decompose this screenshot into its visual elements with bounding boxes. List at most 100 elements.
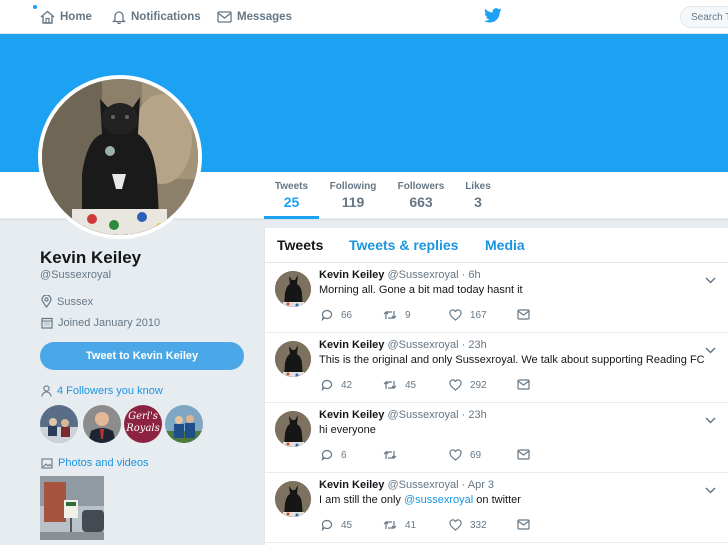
tweet-author-name[interactable]: Kevin Keiley [319,479,384,491]
tweet-menu-button[interactable] [705,271,716,289]
profile-handle[interactable]: @Sussexroyal [40,269,111,281]
stat-label: Likes [465,181,491,192]
tweet[interactable]: Kevin Keiley @Sussexroyal · 23h This is t… [264,333,728,403]
stat-following[interactable]: Following 119 [328,172,378,219]
tweet[interactable]: Kevin Keiley @Sussexroyal · 6h Morning al… [264,263,728,333]
reply-button[interactable]: 42 [321,379,352,391]
heart-icon [449,519,462,531]
tweet-text-part: This is the original and only Sussexroya… [319,354,705,366]
stat-label: Tweets [274,181,309,192]
tweet-menu-button[interactable] [705,341,716,359]
tweet-header: Kevin Keiley @Sussexroyal · 23h [319,339,487,351]
stat-value: 3 [474,194,482,210]
reply-button[interactable]: 6 [321,449,347,461]
tweet-header: Kevin Keiley @Sussexroyal · 6h [319,269,481,281]
photos-and-videos-link[interactable]: Photos and videos [41,457,149,469]
retweet-icon [383,451,397,459]
tweet-text-part: Morning all. Gone a bit mad today hasnt … [319,284,523,296]
bell-icon [112,11,126,24]
stat-likes[interactable]: Likes 3 [462,172,494,219]
direct-message-button[interactable] [517,379,538,390]
like-count: 292 [470,379,487,391]
reply-count: 6 [341,449,347,461]
tweet-text: I am still the only @sussexroyal on twit… [319,494,521,506]
like-button[interactable]: 167 [449,309,487,321]
retweet-button[interactable]: 45 [383,379,416,391]
like-button[interactable]: 69 [449,449,481,461]
retweet-button[interactable]: 9 [383,309,411,321]
reply-button[interactable]: 45 [321,519,352,531]
tweet-author-name[interactable]: Kevin Keiley [319,269,384,281]
retweet-icon [383,311,397,319]
reply-icon [321,379,333,391]
like-button[interactable]: 332 [449,519,487,531]
tweet-avatar[interactable] [275,341,311,377]
retweet-button[interactable]: 41 [383,519,416,531]
chevron-down-icon [705,417,716,424]
follower-avatar-image [165,405,203,443]
tweet-avatar[interactable] [275,271,311,307]
retweet-button[interactable] [383,449,405,461]
tweet-author-name[interactable]: Kevin Keiley [319,409,384,421]
follower-avatar[interactable] [165,405,203,443]
tweet[interactable]: Kevin Keiley @Sussexroyal · Apr 3 I am st… [264,473,728,543]
tweet-avatar-image [275,341,311,377]
tweet-menu-button[interactable] [705,481,716,499]
media-thumbnail[interactable] [40,476,104,540]
stat-followers[interactable]: Followers 663 [394,172,448,219]
tweet-avatar[interactable] [275,481,311,517]
stat-value: 119 [341,194,365,210]
tweet-author-name[interactable]: Kevin Keiley [319,339,384,351]
direct-message-button[interactable] [517,519,538,530]
chevron-down-icon [705,487,716,494]
tab-tweets[interactable]: Tweets [277,237,323,253]
profile-avatar[interactable] [38,75,202,239]
twitter-bird-icon[interactable] [484,8,502,23]
tweet-meta[interactable]: @Sussexroyal · 23h [387,409,486,421]
nav-notifications[interactable]: Notifications [112,0,201,34]
nav-messages[interactable]: Messages [217,0,292,34]
stat-tweets[interactable]: Tweets 25 [264,172,319,219]
like-button[interactable]: 292 [449,379,487,391]
reply-count: 45 [341,519,353,531]
tweet-avatar[interactable] [275,411,311,447]
tweet-meta[interactable]: @Sussexroyal · Apr 3 [387,479,494,491]
tweet-meta[interactable]: @Sussexroyal · 23h [387,339,486,351]
follower-avatar-image [40,405,78,443]
nav-messages-label: Messages [237,11,292,23]
nav-notifications-label: Notifications [131,11,201,23]
direct-message-button[interactable] [517,449,538,460]
stat-label: Following [329,181,377,192]
retweet-count: 9 [405,309,411,321]
direct-message-button[interactable] [517,309,538,320]
chevron-down-icon [705,347,716,354]
location-pin-icon [41,295,52,308]
nav-home[interactable]: Home [40,0,92,34]
timeline-tabs: Tweets Tweets & replies Media [265,228,728,263]
follower-avatar[interactable] [40,405,78,443]
tweet-text: This is the original and only Sussexroya… [319,354,705,366]
stat-value: 25 [283,194,300,210]
follower-avatar[interactable] [83,405,121,443]
heart-icon [449,379,462,391]
reply-button[interactable]: 66 [321,309,352,321]
envelope-icon [217,11,232,23]
tweet[interactable]: Kevin Keiley @Sussexroyal · 23h hi everyo… [264,403,728,473]
tweet-to-button[interactable]: Tweet to Kevin Keiley [40,342,244,370]
tweet-text-part: I am still the only [319,494,404,506]
direct-message-icon [517,449,530,460]
direct-message-icon [517,309,530,320]
tweet-menu-button[interactable] [705,411,716,429]
tweet-text-part: hi everyone [319,424,376,436]
tweet-mention-link[interactable]: @sussexroyal [404,494,473,506]
tab-tweets-and-replies[interactable]: Tweets & replies [349,237,458,253]
tab-media[interactable]: Media [485,237,525,253]
search-input[interactable]: Search Tw [680,6,728,28]
followers-you-know-link[interactable]: 4 Followers you know [41,385,163,397]
calendar-icon [41,317,53,329]
reply-icon [321,309,333,321]
direct-message-icon [517,519,530,530]
profile-name[interactable]: Kevin Keiley [40,248,141,268]
tweet-meta[interactable]: @Sussexroyal · 6h [387,269,480,281]
follower-avatar[interactable]: Gerl's Royals [124,405,162,443]
